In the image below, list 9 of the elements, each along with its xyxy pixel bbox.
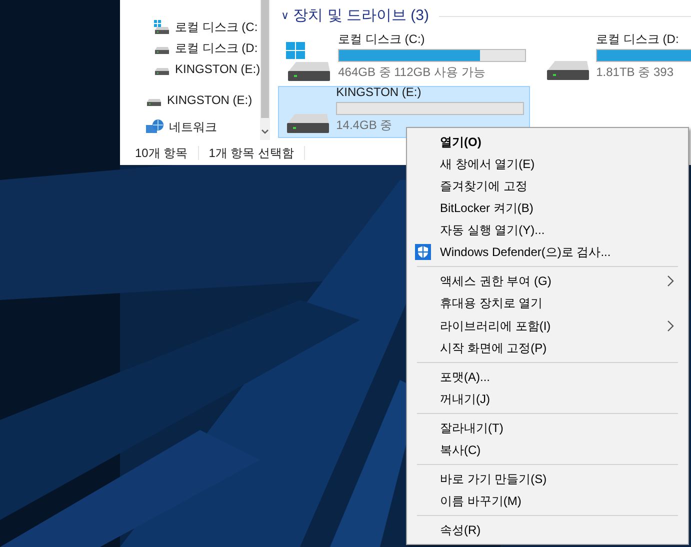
drive-name: 로컬 디스크 (C:) bbox=[338, 31, 426, 48]
status-text: 1개 항목 선택함 bbox=[208, 144, 294, 162]
drive-name: 로컬 디스크 (D: bbox=[596, 31, 680, 48]
status-text: 10개 항목 bbox=[135, 144, 188, 162]
free-space-text: 464GB 중 112GB 사용 가능 bbox=[338, 64, 486, 81]
free-space-text: 14.4GB 중 bbox=[336, 117, 394, 134]
section-title: 장치 및 드라이브 (3) bbox=[293, 6, 429, 26]
free-space-text: 1.81TB 중 393 bbox=[596, 64, 675, 81]
drive-name: KINGSTON (E:) bbox=[336, 84, 422, 101]
